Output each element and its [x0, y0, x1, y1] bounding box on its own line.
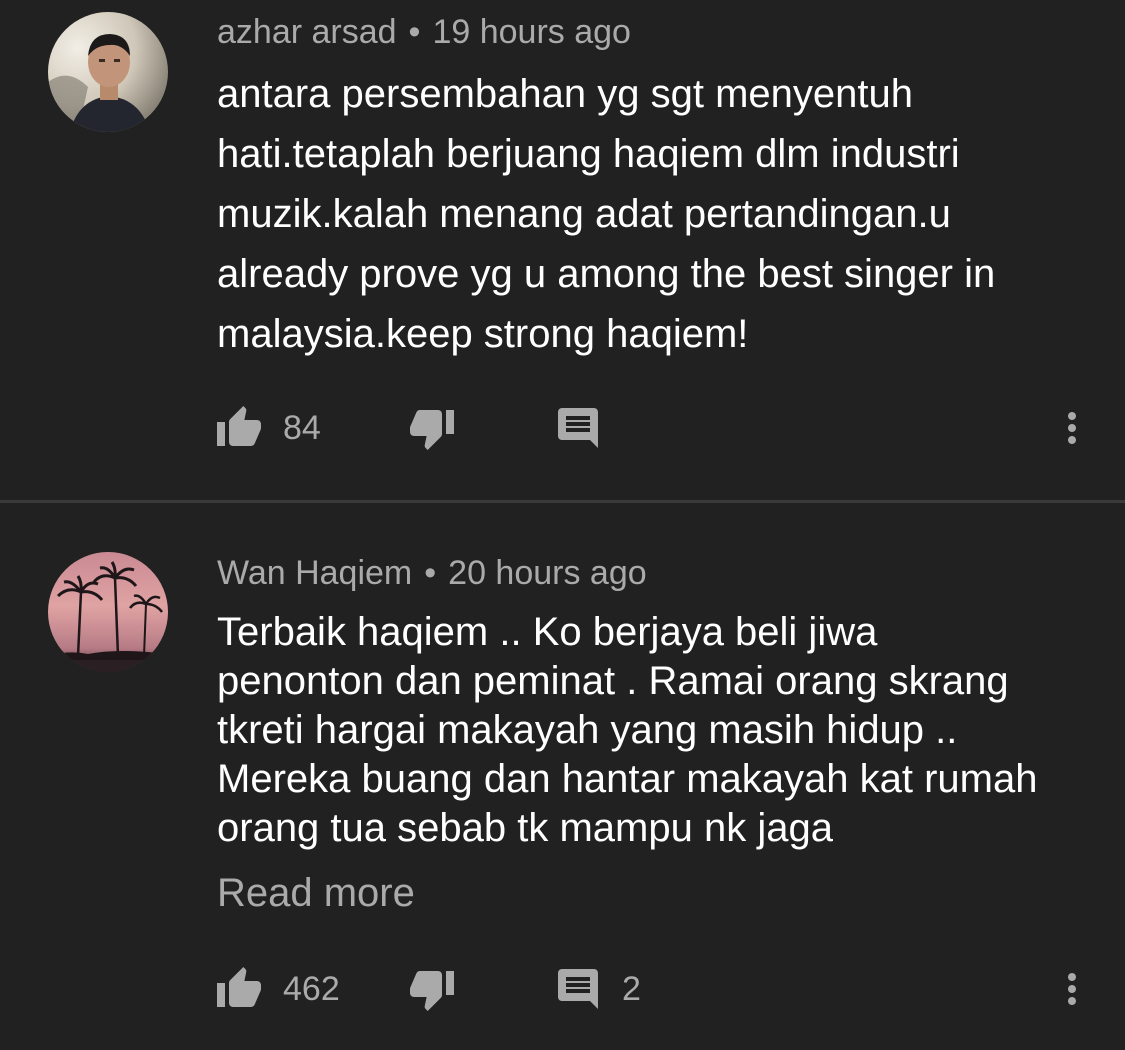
comment-text: Terbaik haqiem .. Ko berjaya beli jiwa p…	[217, 608, 1097, 853]
more-options-button[interactable]	[1050, 959, 1094, 1019]
comment-text-line: antara persembahan yg sgt menyentuh	[217, 72, 913, 116]
reply-button[interactable]: 2	[554, 959, 641, 1019]
comment-item: Wan Haqiem • 20 hours ago Terbaik haqiem .…	[0, 503, 1125, 1050]
thumb-down-icon	[408, 404, 456, 452]
comment-meta: azhar arsad • 19 hours ago	[217, 12, 631, 52]
comment-text-line: already prove yg u among the best singer…	[217, 252, 996, 296]
comment-actions: 462 2	[0, 959, 1125, 1019]
meta-separator: •	[408, 13, 421, 51]
comment-icon	[554, 404, 602, 452]
comment-text-line: Terbaik haqiem .. Ko berjaya beli jiwa	[217, 610, 878, 654]
comment-meta: Wan Haqiem • 20 hours ago	[217, 553, 647, 593]
more-vert-icon	[1048, 404, 1096, 452]
thumb-up-icon	[215, 404, 263, 452]
read-more-link[interactable]: Read more	[217, 868, 415, 918]
comment-timestamp[interactable]: 20 hours ago	[448, 554, 647, 592]
like-button[interactable]: 462	[215, 959, 340, 1019]
more-options-button[interactable]	[1050, 398, 1094, 458]
comment-text: antara persembahan yg sgt menyentuh hati…	[217, 64, 1097, 364]
avatar[interactable]	[48, 12, 168, 132]
comment-text-line: hati.tetaplah berjuang haqiem dlm indust…	[217, 132, 960, 176]
comment-icon	[554, 965, 602, 1013]
thumb-up-icon	[215, 965, 263, 1013]
author-name[interactable]: Wan Haqiem	[217, 554, 412, 592]
dislike-button[interactable]	[408, 398, 456, 458]
like-count: 462	[283, 970, 340, 1008]
reply-button[interactable]	[554, 398, 622, 458]
comment-timestamp[interactable]: 19 hours ago	[432, 13, 631, 51]
avatar[interactable]	[48, 552, 168, 672]
comment-text-line: tkreti hargai makayah yang masih hidup .…	[217, 708, 958, 752]
comment-text-line: Mereka buang dan hantar makayah kat ruma…	[217, 757, 1038, 801]
more-vert-icon	[1048, 965, 1096, 1013]
comment-text-line: muzik.kalah menang adat pertandingan.u	[217, 192, 951, 236]
like-button[interactable]: 84	[215, 398, 321, 458]
reply-count: 2	[622, 970, 641, 1008]
author-name[interactable]: azhar arsad	[217, 13, 397, 51]
thumb-down-icon	[408, 965, 456, 1013]
comment-text-line: malaysia.keep strong haqiem!	[217, 312, 749, 356]
dislike-button[interactable]	[408, 959, 456, 1019]
comment-text-line: penonton dan peminat . Ramai orang skran…	[217, 659, 1009, 703]
comment-actions: 84	[0, 398, 1125, 458]
meta-separator: •	[424, 554, 437, 592]
like-count: 84	[283, 409, 321, 447]
comment-item: azhar arsad • 19 hours ago antara persemba…	[0, 0, 1125, 500]
comment-text-line: orang tua sebab tk mampu nk jaga	[217, 806, 833, 850]
